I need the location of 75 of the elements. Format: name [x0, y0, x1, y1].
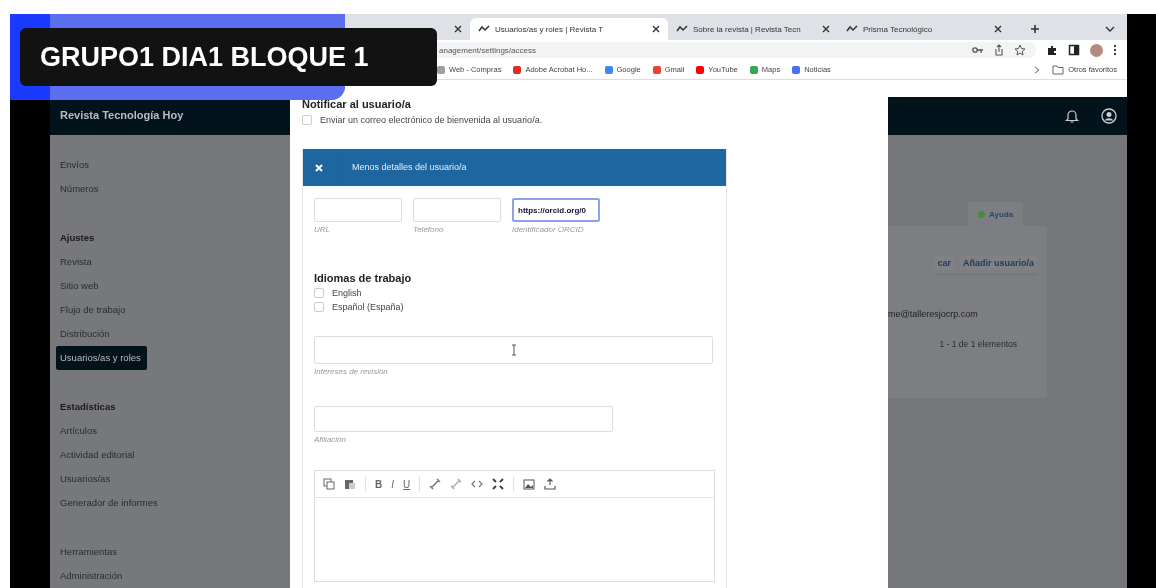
checkbox-label: English [332, 288, 362, 298]
puzzle-icon[interactable] [1046, 44, 1058, 56]
sidebar-item[interactable]: Números [56, 177, 284, 201]
input-field[interactable] [314, 336, 713, 364]
star-icon[interactable] [1014, 44, 1026, 56]
checkbox[interactable] [302, 115, 312, 125]
sidebar-item[interactable]: Distribución [56, 322, 284, 346]
caption-label: GRUPO1 DIA1 BLOQUE 1 [20, 28, 437, 86]
sidebar-item[interactable]: Generador de informes [56, 491, 284, 515]
bell-icon[interactable] [1065, 108, 1079, 124]
sidebar-heading: Estadísticas [59, 400, 117, 414]
browser-tab[interactable]: Usuarios/as y roles | Revista T [470, 18, 668, 40]
code-icon[interactable] [471, 480, 484, 488]
user-email: me@talleresjocrp.com [888, 309, 978, 319]
checkbox[interactable] [314, 302, 324, 312]
rich-text-editor[interactable]: B I U [314, 470, 715, 582]
journal-title[interactable]: Revista Tecnología Hoy [60, 109, 184, 121]
format-button[interactable]: I [391, 478, 394, 490]
field-label: Identificador ORCID [512, 225, 585, 234]
fullscreen-icon[interactable] [492, 478, 505, 490]
section-heading: Idiomas de trabajo [314, 272, 413, 284]
chevron-down-icon[interactable] [1105, 26, 1115, 32]
key-icon[interactable] [972, 46, 984, 54]
sidebar-item[interactable]: Artículos [56, 419, 284, 443]
field-label: Teléfono [413, 225, 445, 234]
sidebar-heading: Ajustes [59, 231, 96, 245]
input-field[interactable]: https://orcid.org/0 [512, 198, 600, 222]
section-heading: Notificar al usuario/a [302, 98, 412, 110]
browser-tab[interactable]: Prisma Tecnológico [838, 18, 1010, 40]
checkbox-label: Español (España) [332, 302, 404, 312]
sidebar-item[interactable]: Flujo de trabajo [56, 298, 284, 322]
close-icon[interactable] [994, 25, 1002, 33]
input-field[interactable] [413, 198, 501, 222]
page-icon [676, 25, 688, 33]
page-icon [846, 25, 858, 33]
address-bar[interactable]: anagement/settings/access [437, 42, 1036, 58]
image-icon[interactable] [523, 478, 536, 490]
sidebar-item[interactable]: Administración [56, 564, 284, 588]
new-tab-icon[interactable] [1030, 24, 1040, 34]
user-icon[interactable] [1101, 108, 1117, 124]
pagination-text: 1 - 1 de 1 elementos [939, 339, 1017, 349]
sidebar-item[interactable]: Herramientas [56, 540, 284, 564]
sidebar-item[interactable]: Revista [56, 250, 284, 274]
share-icon[interactable] [994, 44, 1004, 56]
copy-icon[interactable] [323, 478, 335, 490]
more-icon[interactable] [1113, 44, 1117, 56]
sidebar-item[interactable]: Sitio web [56, 274, 284, 298]
sidebar-item[interactable]: Usuarios/as [56, 467, 284, 491]
paste-icon[interactable] [344, 478, 356, 490]
field-label: Intereses de revisión [314, 367, 389, 376]
checkbox-label: Enviar un correo electrónico de bienvenida al usuario/a. [320, 115, 543, 125]
field-label: Afiliación [314, 435, 347, 444]
close-icon[interactable] [454, 25, 462, 33]
text-cursor-icon [510, 344, 517, 356]
field-label: URL [314, 225, 331, 234]
panel-title[interactable]: Menos detalles del usuario/a [343, 149, 467, 186]
input-field[interactable] [314, 198, 402, 222]
browser-tab[interactable]: Sobre la revista | Revista Tecn [668, 18, 838, 40]
upload-icon[interactable] [544, 478, 557, 490]
checkbox[interactable] [314, 288, 324, 298]
sidebar-item[interactable]: Usuarios/as y roles [56, 346, 147, 370]
format-button[interactable]: B [375, 478, 383, 490]
sidebar-item[interactable]: Actividad editorial [56, 443, 284, 467]
folder-icon [1052, 64, 1065, 75]
link-icon[interactable] [429, 478, 442, 490]
chevron-right-icon[interactable] [1034, 65, 1041, 74]
profile-avatar[interactable] [1090, 43, 1103, 57]
close-icon[interactable] [822, 25, 830, 33]
page-icon [478, 25, 490, 33]
help-icon [978, 210, 985, 218]
close-icon[interactable] [652, 25, 660, 33]
sidebar-item[interactable]: Envíos [56, 153, 284, 177]
input-field[interactable] [314, 406, 613, 432]
format-button[interactable]: U [403, 478, 411, 490]
sidebar-icon[interactable] [1068, 44, 1080, 56]
